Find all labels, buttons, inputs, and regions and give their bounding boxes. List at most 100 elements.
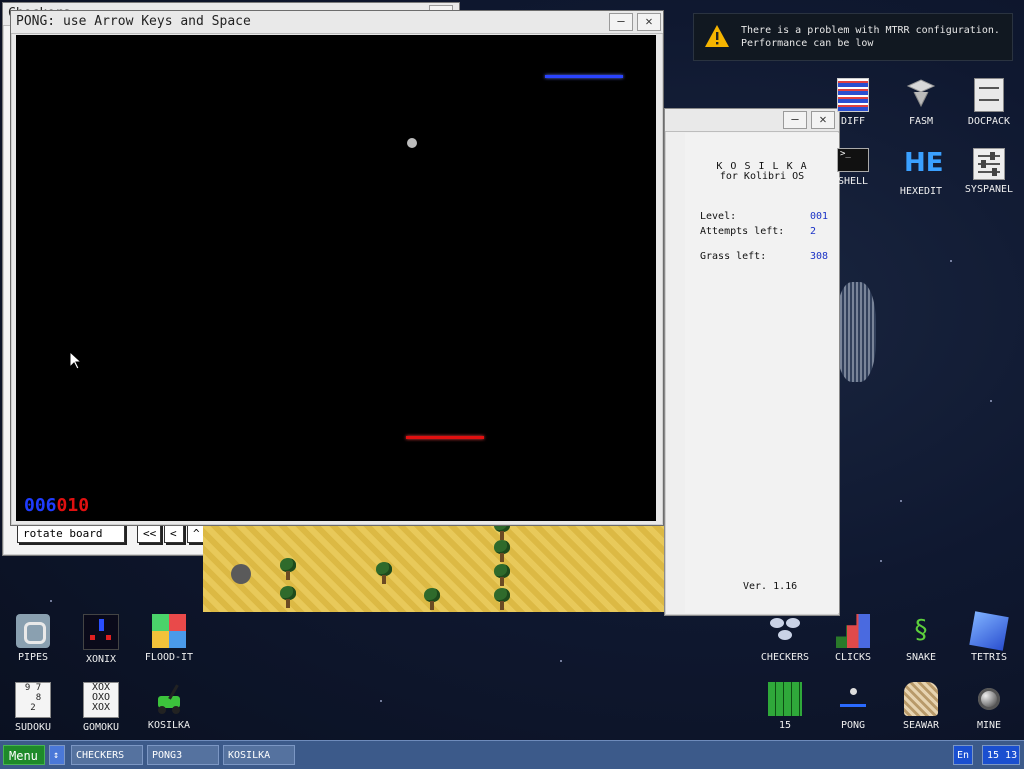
level-value: 001	[810, 211, 829, 222]
pong-label: PONG	[840, 720, 866, 731]
taskbar-item-kosilka[interactable]: KOSILKA	[223, 745, 295, 765]
sliders-icon	[973, 148, 1005, 180]
desktop-icon-fasm[interactable]: FASM	[889, 78, 953, 127]
level-label: Level:	[700, 211, 737, 222]
grass-value: 308	[810, 251, 829, 262]
tree-icon	[493, 588, 511, 610]
taskbar-item-checkers[interactable]: CHECKERS	[71, 745, 143, 765]
desktop-icon-snake[interactable]: § SNAKE	[889, 614, 953, 663]
syspanel-label: SYSPANEL	[964, 184, 1014, 195]
minimize-icon[interactable]: —	[609, 13, 633, 31]
tree-icon	[493, 564, 511, 586]
tetris-icon	[969, 611, 1009, 651]
mtrr-notification[interactable]: There is a problem with MTRR configurati…	[693, 13, 1013, 61]
snake-label: SNAKE	[905, 652, 937, 663]
mine-label: MINE	[976, 720, 1002, 731]
kosilka-titlebar[interactable]: — ✕	[665, 109, 839, 132]
floodit-icon	[152, 614, 186, 648]
desktop-icon-clicks[interactable]: CLICKS	[821, 614, 885, 663]
terminal-icon: >_	[837, 148, 869, 172]
minimize-icon[interactable]: —	[783, 111, 807, 129]
desktop-icon-floodit[interactable]: FLOOD-IT	[137, 614, 201, 663]
floodit-label: FLOOD-IT	[144, 652, 194, 663]
desktop-icon-pong[interactable]: PONG	[821, 682, 885, 731]
desktop-icon-syspanel[interactable]: SYSPANEL	[957, 148, 1021, 195]
snake-icon: §	[914, 615, 928, 645]
nebula-cloud	[836, 282, 876, 382]
desktop-icon-tetris[interactable]: TETRIS	[957, 611, 1021, 663]
checkers-label: CHECKERS	[760, 652, 810, 663]
diff-label: DIFF	[840, 116, 866, 127]
sudoku-label: SUDOKU	[14, 722, 52, 733]
kosilka-subtitle: for Kolibri OS	[719, 171, 805, 182]
shell-label: SHELL	[837, 176, 869, 187]
seawar-label: SEAWAR	[902, 720, 940, 731]
desktop-icon-docpack[interactable]: DOCPACK	[957, 78, 1021, 127]
kosilka-label: KOSILKA	[147, 720, 191, 731]
checkers-icon	[768, 614, 802, 648]
tree-icon	[375, 562, 393, 584]
pong-window[interactable]: PONG: use Arrow Keys and Space — ✕ 00601…	[10, 10, 664, 526]
tree-icon	[493, 540, 511, 562]
rotate-board-button[interactable]: rotate board	[17, 524, 125, 543]
close-icon[interactable]: ✕	[637, 13, 661, 31]
clock[interactable]: 15 13	[982, 745, 1020, 765]
gomoku-icon: XOX OXO XOX	[83, 682, 119, 718]
sudoku-icon: 9 7 82	[15, 682, 51, 718]
pipes-label: PIPES	[17, 652, 49, 663]
seawar-icon	[904, 682, 938, 716]
desktop-icon-shell[interactable]: >_ SHELL	[821, 148, 885, 187]
kosilka-info-panel: K O S I L K A for Kolibri OS Level: 001 …	[685, 133, 839, 613]
desktop-icon-15[interactable]: 15	[753, 682, 817, 731]
ball	[407, 138, 417, 148]
desktop-icon-pipes[interactable]: PIPES	[1, 614, 65, 663]
prev-move-button[interactable]: <	[164, 524, 184, 543]
rock	[231, 564, 251, 584]
desktop-icon-seawar[interactable]: SEAWAR	[889, 682, 953, 731]
blue-score: 006	[24, 495, 57, 516]
player-paddle	[406, 436, 484, 439]
mouse-cursor-icon	[69, 350, 83, 374]
pong-titlebar[interactable]: PONG: use Arrow Keys and Space — ✕	[11, 11, 663, 34]
menu-button[interactable]: Menu	[3, 745, 45, 765]
notification-text: There is a problem with MTRR configurati…	[741, 24, 1000, 50]
notification-line-1: There is a problem with MTRR configurati…	[741, 25, 1000, 36]
fasm-icon	[904, 78, 938, 112]
warning-icon	[704, 24, 730, 52]
score-display: 006010	[24, 495, 89, 516]
fifteen-icon	[768, 682, 802, 716]
tree-icon	[279, 586, 297, 608]
hexedit-label: HEXEDIT	[899, 186, 943, 197]
xonix-icon	[83, 614, 119, 650]
attempts-value: 2	[810, 226, 817, 237]
desktop-icon-xonix[interactable]: XONIX	[69, 614, 133, 665]
taskbar-item-pong3[interactable]: PONG3	[147, 745, 219, 765]
desktop-icon-sudoku[interactable]: 9 7 82 SUDOKU	[1, 682, 65, 733]
first-move-button[interactable]: <<	[137, 524, 161, 543]
cabinet-icon	[974, 78, 1004, 112]
version-label: Ver. 1.16	[743, 581, 798, 592]
fifteen-label: 15	[778, 720, 792, 731]
desktop-icon-checkers[interactable]: CHECKERS	[753, 614, 817, 663]
desktop-icon-kosilka[interactable]: KOSILKA	[137, 682, 201, 731]
xonix-label: XONIX	[85, 654, 117, 665]
tree-icon	[423, 588, 441, 610]
taskbar: Menu ↕ CHECKERS PONG3 KOSILKA En 15 13	[0, 740, 1024, 769]
docpack-label: DOCPACK	[967, 116, 1011, 127]
desktop-icon-diff[interactable]: DIFF	[821, 78, 885, 127]
desktop-icon-gomoku[interactable]: XOX OXO XOX GOMOKU	[69, 682, 133, 733]
tree-icon	[279, 558, 297, 580]
pong-title: PONG: use Arrow Keys and Space	[16, 14, 251, 29]
task-switch-icon[interactable]: ↕	[49, 745, 65, 765]
pong-icon	[836, 682, 870, 716]
desktop-icon-hexedit[interactable]: HE HEXEDIT	[889, 148, 953, 197]
gomoku-label: GOMOKU	[82, 722, 120, 733]
attempts-label: Attempts left:	[700, 226, 785, 237]
kosilka-window[interactable]: — ✕ K O S I L K A for Kolibri OS Level: …	[664, 108, 840, 616]
desktop-icon-mine[interactable]: MINE	[957, 682, 1021, 731]
pong-playfield[interactable]: 006010	[16, 35, 656, 521]
mine-icon	[972, 682, 1006, 716]
opponent-paddle	[545, 75, 623, 78]
diff-icon	[837, 78, 869, 112]
language-indicator[interactable]: En	[953, 745, 973, 765]
